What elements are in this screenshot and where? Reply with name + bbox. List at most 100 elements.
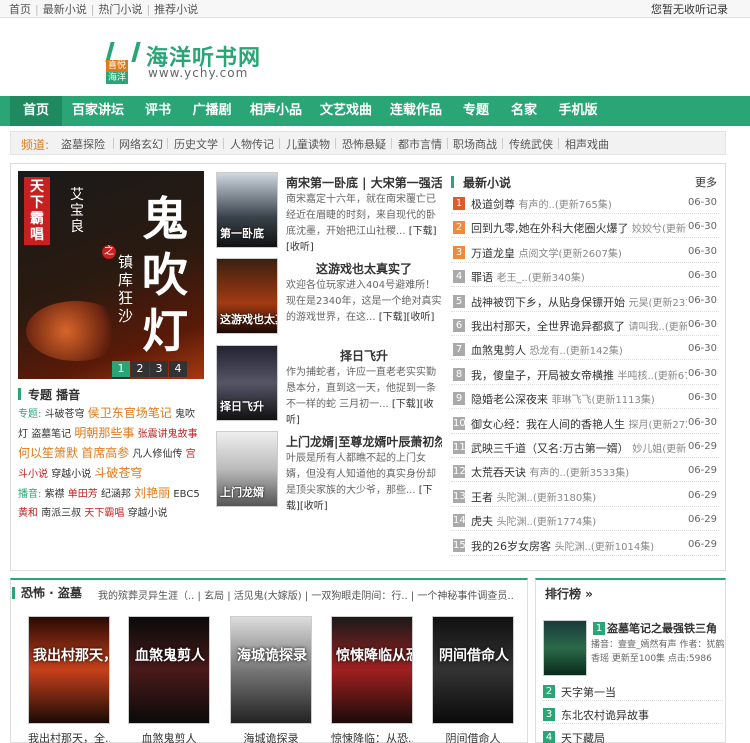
- topic-link[interactable]: 斗破苍穹: [94, 466, 142, 480]
- top-link-hot[interactable]: 热门小说: [98, 3, 142, 16]
- newlist-row[interactable]: 9 隐婚老公深夜来 菲琳飞飞(更新1113集) 06-30: [451, 389, 719, 410]
- featured-item[interactable]: 第一卧底 南宋第一卧底 | 大宋第一强活 南宋嘉定十六年，就在南宋覆亡已经近在眉…: [216, 172, 442, 253]
- featured-title[interactable]: 这游戏也太真实了: [286, 260, 442, 277]
- novel-name[interactable]: 我，傻皇子，开局被女帝横推 半吨核..(更新670集): [471, 367, 687, 383]
- nav-mobile[interactable]: 手机版: [552, 96, 604, 126]
- narrator-link[interactable]: EBC5: [173, 489, 199, 500]
- book-card[interactable]: 海城诡探录 海城诡探录: [230, 616, 312, 743]
- nav-radio-drama[interactable]: 广播剧: [186, 96, 238, 126]
- nav-crosstalk[interactable]: 相声小品: [246, 96, 306, 126]
- listen-link[interactable]: [收听]: [407, 312, 435, 323]
- topic-link[interactable]: 斗破苍穹: [45, 409, 85, 420]
- newlist-row[interactable]: 3 万道龙皇 点阅文学(更新2607集) 06-30: [451, 243, 719, 263]
- novel-name[interactable]: 罪语 老王_..(更新340集): [471, 269, 687, 285]
- topic-link[interactable]: 张震讲鬼故事: [138, 429, 198, 440]
- rank-name[interactable]: 天字第一当: [561, 684, 616, 700]
- listen-link[interactable]: [收听]: [300, 501, 328, 512]
- book-caption[interactable]: 惊悚降临：从恐...: [331, 730, 413, 743]
- novel-name[interactable]: 御女心经：我在人间的香艳人生 探月(更新2726集): [471, 416, 687, 432]
- carousel-page-2[interactable]: 2: [131, 361, 149, 377]
- book-cover[interactable]: 我出村那天，全世界诡异都疯了: [28, 616, 110, 724]
- narrator-link[interactable]: 紫襟: [45, 489, 65, 500]
- carousel-page-4[interactable]: 4: [169, 361, 187, 377]
- nav-topics[interactable]: 专题: [456, 96, 496, 126]
- nav-home[interactable]: 首页: [10, 96, 62, 126]
- rank-title[interactable]: 排行榜 »: [545, 585, 593, 602]
- newlist-row[interactable]: 4 罪语 老王_..(更新340集) 06-30: [451, 267, 719, 288]
- featured-item[interactable]: 择日飞升 择日飞升 作为捕蛇者，许应一直老老实实勤恳本分，直到这一天，他捉到一条…: [216, 345, 442, 426]
- section-title[interactable]: 恐怖 · 盗墓: [21, 586, 82, 600]
- book-caption[interactable]: 海城诡探录: [230, 730, 312, 743]
- carousel-page-3[interactable]: 3: [150, 361, 168, 377]
- novel-name[interactable]: 太荒吞天诀 有声的..(更新3533集): [471, 464, 687, 480]
- newlist-row[interactable]: 14 虎夫 头陀渊..(更新1774集) 06-29: [451, 511, 719, 532]
- topic-link[interactable]: 首席高参: [81, 446, 129, 460]
- channel-crosstalk[interactable]: 相声戏曲: [565, 136, 609, 152]
- topic-link[interactable]: 穿越小说: [51, 469, 91, 480]
- narrator-link[interactable]: 黄和: [18, 508, 38, 519]
- book-card[interactable]: 我出村那天，全世界诡异都疯了 我出村那天，全...: [28, 616, 110, 743]
- nav-pingshu[interactable]: 评书: [136, 96, 180, 126]
- novel-name[interactable]: 王者 头陀渊..(更新3180集): [471, 489, 687, 505]
- book-card[interactable]: 惊悚降临从恐怖旅馆开始 惊悚降临：从恐...: [331, 616, 413, 743]
- narrator-link[interactable]: 刘艳丽: [134, 486, 170, 500]
- narrator-link[interactable]: 穿越小说: [128, 508, 168, 519]
- channel-wuxia[interactable]: 传统武侠: [509, 136, 553, 152]
- book-caption[interactable]: 血煞鬼剪人: [128, 730, 210, 743]
- channel-biography[interactable]: 人物传记: [230, 136, 274, 152]
- newlist-row[interactable]: 6 我出村那天，全世界诡异都疯了 请叫我..(更新313集)06-30: [451, 316, 719, 336]
- rank-row[interactable]: 2 天字第一当: [543, 681, 723, 701]
- featured-title[interactable]: 上门龙婿|至尊龙婿叶辰萧初然: [286, 433, 442, 450]
- featured-cover[interactable]: 上门龙婿: [216, 431, 278, 507]
- topic-link[interactable]: 侯卫东官场笔记: [88, 406, 172, 420]
- channel-tomb[interactable]: 盗墓探险: [61, 136, 105, 152]
- channel-history[interactable]: 历史文学: [174, 136, 218, 152]
- carousel[interactable]: 天下霸唱 艾宝良 鬼吹灯 之 镇库狂沙 1234 5: [18, 171, 204, 379]
- novel-name[interactable]: 虎夫 头陀渊..(更新1774集): [471, 513, 687, 529]
- nav-famous[interactable]: 名家: [504, 96, 544, 126]
- top-link-recommend[interactable]: 推荐小说: [154, 3, 198, 16]
- rank-row[interactable]: 4 天下藏局: [543, 727, 723, 743]
- site-logo[interactable]: 喜悦 海洋 海洋听书网 www.ychy.com: [104, 40, 284, 84]
- newlist-row[interactable]: 12 太荒吞天诀 有声的..(更新3533集) 06-29: [451, 462, 719, 483]
- nav-serial[interactable]: 连载作品: [386, 96, 446, 126]
- narrator-link[interactable]: 单田芳: [68, 489, 98, 500]
- novel-name[interactable]: 极道剑尊 有声的..(更新765集): [471, 196, 687, 212]
- channel-children[interactable]: 儿童读物: [286, 136, 330, 152]
- novel-name[interactable]: 战神被罚下乡，从贴身保镖开始 元昊(更新2315集): [471, 294, 687, 310]
- book-caption[interactable]: 阴间借命人: [432, 730, 514, 743]
- channel-business[interactable]: 职场商战: [453, 136, 497, 152]
- channel-horror[interactable]: 恐怖悬疑: [342, 136, 386, 152]
- newlist-row[interactable]: 11 武映三千道（又名:万古第一婿） 妙儿姐(更新2554集)06-29: [451, 438, 719, 458]
- book-cover[interactable]: 血煞鬼剪人: [128, 616, 210, 724]
- nav-baijia[interactable]: 百家讲坛: [66, 96, 130, 126]
- novel-name[interactable]: 我出村那天，全世界诡异都疯了 请叫我..(更新313集): [471, 318, 687, 334]
- novel-name[interactable]: 回到九零,她在外科大佬圈火爆了 姣姣兮(更新727集): [471, 220, 687, 236]
- topic-link[interactable]: 凡人修仙传: [132, 449, 182, 460]
- featured-item[interactable]: 这游戏也太真实了 这游戏也太真实了 欢迎各位玩家进入404号避难所！现在是234…: [216, 258, 442, 334]
- rank-row[interactable]: 3 东北农村诡异故事: [543, 704, 723, 724]
- newlist-row[interactable]: 2 回到九零,她在外科大佬圈火爆了 姣姣兮(更新727集)06-30: [451, 218, 719, 239]
- book-card[interactable]: 血煞鬼剪人 血煞鬼剪人: [128, 616, 210, 743]
- novel-name[interactable]: 武映三千道（又名:万古第一婿） 妙儿姐(更新2554集): [471, 440, 687, 456]
- download-link[interactable]: [下载]: [392, 399, 420, 410]
- rank-top-name[interactable]: 盗墓笔记之最强铁三角: [591, 620, 725, 636]
- featured-cover[interactable]: 第一卧底: [216, 172, 278, 248]
- download-link[interactable]: [下载]: [379, 312, 407, 323]
- novel-name[interactable]: 隐婚老公深夜来 菲琳飞飞(更新1113集): [471, 391, 687, 407]
- narrator-link[interactable]: 天下霸唱: [84, 508, 124, 519]
- download-link[interactable]: [下载]: [409, 226, 437, 237]
- newlist-row[interactable]: 5 战神被罚下乡，从贴身保镖开始 元昊(更新2315集)06-30: [451, 292, 719, 312]
- featured-title[interactable]: 南宋第一卧底 | 大宋第一强活: [286, 174, 442, 191]
- channel-romance[interactable]: 都市言情: [398, 136, 442, 152]
- newlist-row[interactable]: 13 王者 头陀渊..(更新3180集) 06-29: [451, 487, 719, 507]
- top-link-home[interactable]: 首页: [9, 3, 31, 16]
- book-cover[interactable]: 海城诡探录: [230, 616, 312, 724]
- book-cover[interactable]: 阴间借命人: [432, 616, 514, 724]
- rank-name[interactable]: 东北农村诡异故事: [561, 707, 649, 723]
- topic-link[interactable]: 盗墓笔记: [31, 429, 71, 440]
- newlist-row[interactable]: 8 我，傻皇子，开局被女帝横推 半吨核..(更新670集)06-30: [451, 365, 719, 385]
- top-link-latest[interactable]: 最新小说: [43, 3, 87, 16]
- newlist-row[interactable]: 10 御女心经：我在人间的香艳人生 探月(更新2726集)06-30: [451, 414, 719, 434]
- book-cover[interactable]: 惊悚降临从恐怖旅馆开始: [331, 616, 413, 724]
